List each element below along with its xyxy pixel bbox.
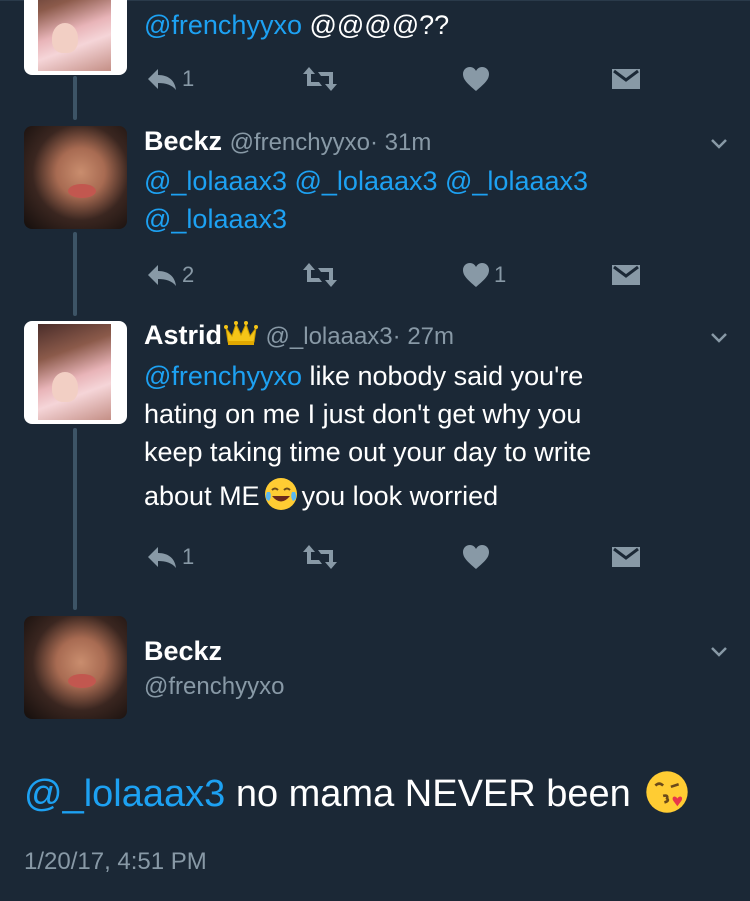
reply-count: 2 xyxy=(182,262,195,287)
tweet-actions: 1 xyxy=(0,64,750,94)
envelope-icon xyxy=(612,265,640,285)
tweet-text-line: keep taking time out your day to write xyxy=(144,437,592,467)
tweet-header: Beckz @frenchyyxo xyxy=(144,636,284,701)
tweet-actions: 1 xyxy=(0,542,750,572)
dm-button[interactable] xyxy=(611,260,641,290)
kiss-emoji-icon xyxy=(646,771,689,813)
display-name[interactable]: Beckz xyxy=(144,636,284,667)
avatar[interactable] xyxy=(24,321,127,424)
tweet-text-line: hating on me I just don't get why you xyxy=(144,399,582,429)
tweet-text-line: like nobody said you're xyxy=(301,361,584,391)
mention-link[interactable]: @frenchyyxo xyxy=(144,10,302,40)
retweet-icon xyxy=(303,263,337,287)
like-button[interactable] xyxy=(462,64,490,94)
mention-link[interactable]: @_lolaaax3 @_lolaaax3 @_lolaaax3 xyxy=(144,162,704,200)
timestamp: · 27m xyxy=(392,323,455,350)
envelope-icon xyxy=(612,69,640,89)
tweet-text-line: you look worried xyxy=(301,481,499,511)
profile-photo xyxy=(68,674,96,688)
tweet-text-content: @@@@?? xyxy=(301,10,450,40)
tears-of-joy-emoji-icon xyxy=(264,478,297,510)
username[interactable]: @frenchyyxo xyxy=(230,129,370,156)
tweet-text-content: no mama NEVER been xyxy=(225,773,642,815)
tweet-header: Astrid @_lolaaax3· 27m xyxy=(144,320,454,351)
tweet-header: Beckz @frenchyyxo· 31m xyxy=(144,126,431,157)
retweet-icon xyxy=(303,545,337,569)
avatar[interactable] xyxy=(24,126,127,229)
like-count: 1 xyxy=(494,262,507,287)
reply-button[interactable]: 1 xyxy=(146,542,194,572)
chevron-down-icon[interactable] xyxy=(710,135,728,153)
display-name[interactable]: Astrid xyxy=(144,320,222,350)
tweet-text: @frenchyyxo like nobody said you're hati… xyxy=(144,357,704,515)
tweet-text: @frenchyyxo @@@@?? xyxy=(144,6,704,44)
heart-icon xyxy=(463,545,489,569)
chevron-down-icon[interactable] xyxy=(710,643,728,661)
retweet-button[interactable] xyxy=(302,542,338,572)
thread-line xyxy=(73,428,77,610)
retweet-button[interactable] xyxy=(302,260,338,290)
tweet-timestamp: 1/20/17, 4:51 PM xyxy=(24,848,207,875)
heart-icon xyxy=(463,67,489,91)
profile-photo xyxy=(38,0,111,71)
tweet-text: @_lolaaax3 @_lolaaax3 @_lolaaax3 @_lolaa… xyxy=(144,162,704,238)
reply-button[interactable]: 2 xyxy=(146,260,194,290)
like-button[interactable] xyxy=(462,542,490,572)
timestamp: · 31m xyxy=(369,129,432,156)
reply-icon xyxy=(148,547,176,568)
username[interactable]: @frenchyyxo xyxy=(144,673,284,701)
reply-icon xyxy=(148,69,176,90)
mention-link[interactable]: @_lolaaax3 xyxy=(144,200,704,238)
profile-photo xyxy=(38,324,111,420)
crown-emoji-icon xyxy=(224,321,259,345)
reply-count: 1 xyxy=(182,66,195,91)
reply-button[interactable]: 1 xyxy=(146,64,194,94)
focused-tweet-text: @_lolaaax3 no mama NEVER been xyxy=(24,770,693,816)
mention-link[interactable]: @frenchyyxo xyxy=(144,361,302,391)
reply-count: 1 xyxy=(182,544,195,569)
tweet-actions: 2 1 xyxy=(0,260,750,290)
dm-button[interactable] xyxy=(611,64,641,94)
dm-button[interactable] xyxy=(611,542,641,572)
mention-link[interactable]: @_lolaaax3 xyxy=(24,773,225,815)
chevron-down-icon[interactable] xyxy=(710,329,728,347)
reply-icon xyxy=(148,265,176,286)
retweet-icon xyxy=(303,67,337,91)
username[interactable]: @_lolaaax3 xyxy=(266,323,393,350)
retweet-button[interactable] xyxy=(302,64,338,94)
heart-icon xyxy=(463,263,489,287)
like-button[interactable]: 1 xyxy=(462,260,506,290)
envelope-icon xyxy=(612,547,640,567)
profile-photo xyxy=(68,184,96,198)
avatar[interactable] xyxy=(24,616,127,719)
tweet-text-line: about ME xyxy=(144,481,260,511)
display-name[interactable]: Beckz xyxy=(144,126,222,156)
